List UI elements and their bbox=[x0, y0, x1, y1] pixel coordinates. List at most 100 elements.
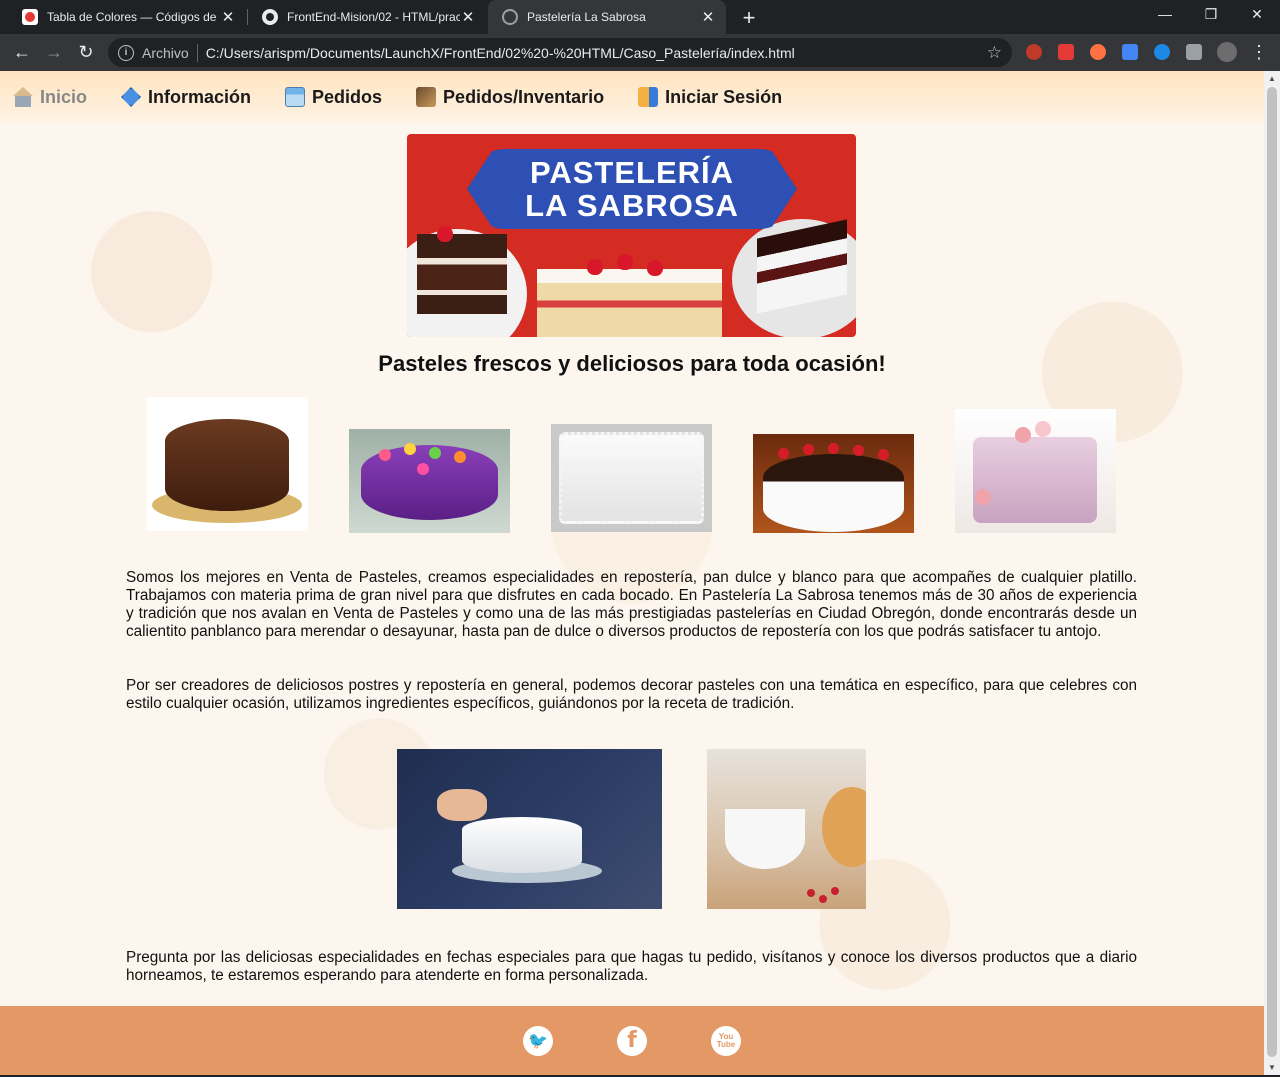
minimize-icon[interactable]: — bbox=[1155, 6, 1175, 22]
tab-pasteleria[interactable]: Pastelería La Sabrosa ✕ bbox=[488, 0, 726, 34]
nav-item-label: Inicio bbox=[40, 86, 88, 107]
bookmark-star-icon[interactable]: ☆ bbox=[987, 43, 1002, 63]
strawberry bbox=[853, 445, 864, 456]
macaron-decoration bbox=[1035, 421, 1051, 437]
tab-title: Tabla de Colores — Códigos de C bbox=[47, 10, 220, 24]
nav-item-pedidos[interactable]: Pedidos bbox=[285, 87, 382, 108]
tab-frontend-mision[interactable]: FrontEnd-Mision/02 - HTML/prac ✕ bbox=[248, 0, 486, 34]
strawberry bbox=[437, 226, 453, 242]
house-icon bbox=[13, 87, 33, 107]
nav-item-pedidos-inventario[interactable]: Pedidos/Inventario bbox=[416, 87, 604, 108]
tab-title: Pastelería La Sabrosa bbox=[527, 10, 646, 24]
mixing-bowl bbox=[725, 809, 805, 869]
ublock-extension-icon[interactable] bbox=[1026, 44, 1042, 60]
nav-item-label: Pedidos/Inventario bbox=[443, 86, 605, 107]
nav-item-label: Información bbox=[148, 86, 252, 107]
login-icon bbox=[638, 87, 659, 107]
banner-brownie-cake bbox=[417, 234, 507, 314]
nav-item-inicio[interactable]: Inicio bbox=[13, 87, 87, 108]
strawberry bbox=[831, 887, 839, 895]
info-icon[interactable]: i bbox=[118, 44, 134, 61]
address-bar[interactable]: i Archivo C:/Users/arispm/Documents/Laun… bbox=[108, 38, 1012, 67]
translate-extension-icon[interactable] bbox=[1122, 44, 1138, 60]
strawberry bbox=[828, 443, 839, 454]
macaron-decoration bbox=[1015, 427, 1031, 443]
flower-decoration bbox=[454, 451, 466, 463]
scroll-down-icon[interactable]: ▼ bbox=[1268, 1063, 1276, 1072]
baker-hand bbox=[437, 789, 487, 821]
store-icon bbox=[285, 87, 306, 107]
browser-toolbar: ← → ↻ i Archivo C:/Users/arispm/Document… bbox=[0, 34, 1280, 71]
banner-title-line1: PASTELERÍA bbox=[529, 155, 735, 190]
address-scheme: Archivo bbox=[142, 44, 189, 61]
banner-strawberry-cake bbox=[537, 269, 722, 337]
restore-icon[interactable]: ❐ bbox=[1201, 6, 1221, 23]
more-menu-icon[interactable]: ⋮ bbox=[1250, 42, 1268, 63]
window-close-icon[interactable]: ✕ bbox=[1247, 6, 1267, 23]
page-viewport: Inicio Información Pedidos Pedidos/Inven… bbox=[0, 71, 1264, 1075]
browser-tab-strip: Tabla de Colores — Códigos de C ✕ FrontE… bbox=[0, 0, 1280, 34]
strawberry-chocolate-cake-image bbox=[753, 434, 914, 533]
close-icon[interactable]: ✕ bbox=[700, 8, 716, 26]
nav-item-iniciar-sesion[interactable]: Iniciar Sesión bbox=[638, 87, 782, 108]
strawberry bbox=[778, 448, 789, 459]
video-extension-icon[interactable] bbox=[1058, 44, 1074, 60]
cake-body bbox=[973, 437, 1097, 523]
back-icon[interactable]: ← bbox=[10, 40, 34, 64]
address-url[interactable]: C:/Users/arispm/Documents/LaunchX/FrontE… bbox=[206, 45, 795, 61]
github-icon bbox=[262, 9, 278, 25]
twitter-icon[interactable]: 🐦 bbox=[523, 1025, 553, 1056]
page-headline: Pasteles frescos y deliciosos para toda … bbox=[378, 351, 886, 376]
strawberry bbox=[617, 254, 633, 270]
flower-decoration bbox=[379, 449, 391, 461]
page-scrollbar[interactable]: ▲ ▼ bbox=[1264, 71, 1280, 1075]
white-sheet-cake-image bbox=[551, 424, 712, 532]
pink-birthday-cake-image bbox=[955, 409, 1116, 533]
decoration-paragraph: Por ser creadores de deliciosos postres … bbox=[126, 677, 1137, 712]
strawberry bbox=[803, 444, 814, 455]
close-icon[interactable]: ✕ bbox=[220, 8, 236, 26]
flower-decoration bbox=[404, 443, 416, 455]
strawberry bbox=[819, 895, 827, 903]
visit-paragraph: Pregunta por las deliciosas especialidad… bbox=[126, 949, 1137, 984]
sponge-cake bbox=[822, 787, 866, 867]
globe-icon bbox=[502, 9, 518, 25]
mixing-bowl-photo bbox=[707, 749, 866, 909]
strawberry bbox=[807, 889, 815, 897]
cake-body bbox=[165, 419, 289, 511]
youtube-icon-text: Tube bbox=[716, 1039, 736, 1049]
strawberry bbox=[878, 449, 889, 460]
decorating-cake-photo bbox=[397, 749, 662, 909]
puzzle-extensions-icon[interactable] bbox=[1186, 44, 1202, 60]
profile-avatar[interactable] bbox=[1217, 42, 1237, 62]
youtube-icon[interactable]: You Tube bbox=[711, 1025, 741, 1056]
counter-extension-icon[interactable] bbox=[1154, 44, 1170, 60]
cake-body bbox=[559, 432, 704, 524]
close-icon[interactable]: ✕ bbox=[460, 8, 476, 26]
reload-icon[interactable]: ↻ bbox=[74, 40, 98, 64]
forward-icon[interactable]: → bbox=[42, 40, 66, 64]
scrollbar-thumb[interactable] bbox=[1267, 87, 1277, 1057]
bakery-banner: PASTELERÍA LA SABROSA bbox=[407, 134, 856, 337]
strawberry bbox=[587, 259, 603, 275]
banner-title-line2: LA SABROSA bbox=[525, 188, 739, 223]
white-cake bbox=[462, 817, 582, 873]
flower-decoration bbox=[429, 447, 441, 459]
site-footer: 🐦 f You Tube bbox=[0, 1006, 1264, 1075]
new-tab-button[interactable]: + bbox=[738, 5, 760, 31]
inventory-icon bbox=[416, 87, 437, 107]
chocolate-cake-image bbox=[147, 397, 308, 531]
tab-tabla-de-colores[interactable]: Tabla de Colores — Códigos de C ✕ bbox=[8, 0, 246, 34]
scroll-up-icon[interactable]: ▲ bbox=[1268, 74, 1276, 83]
site-navigation: Inicio Información Pedidos Pedidos/Inven… bbox=[0, 71, 1264, 123]
facebook-icon[interactable]: f bbox=[617, 1025, 647, 1056]
flower-decoration bbox=[417, 463, 429, 475]
nav-item-informacion[interactable]: Información bbox=[121, 87, 251, 108]
flame-extension-icon[interactable] bbox=[1090, 44, 1106, 60]
strawberry bbox=[647, 260, 663, 276]
macaron-decoration bbox=[975, 489, 991, 505]
nav-item-label: Iniciar Sesión bbox=[665, 86, 783, 107]
info-icon bbox=[121, 87, 142, 107]
tab-title: FrontEnd-Mision/02 - HTML/prac bbox=[287, 10, 460, 24]
nav-item-label: Pedidos bbox=[312, 86, 383, 107]
